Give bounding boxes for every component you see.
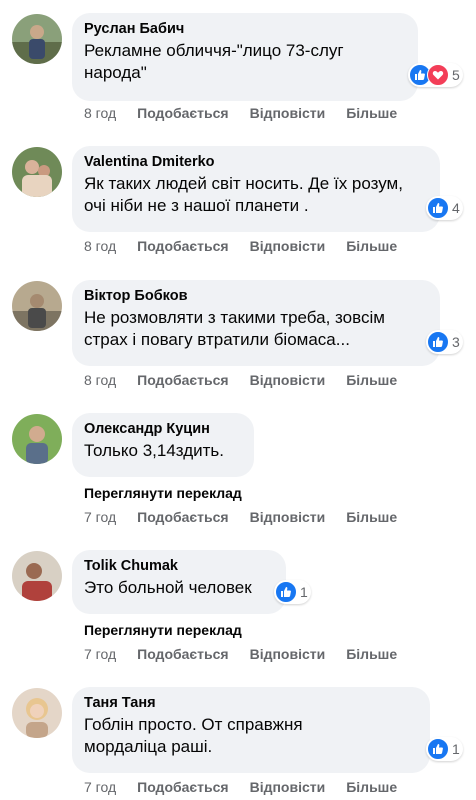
comment-text: Это больной человек [84, 578, 252, 597]
like-button[interactable]: Подобається [137, 371, 228, 389]
comment-bubble: Valentina Dmiterko Як таких людей світ н… [72, 146, 440, 232]
reply-button[interactable]: Відповісти [250, 778, 326, 796]
like-button[interactable]: Подобається [137, 237, 228, 255]
comment-text: Рекламне обличчя-"лицо 73-слуг народа" [84, 41, 344, 82]
like-reaction-icon [275, 581, 297, 603]
avatar-photo [12, 688, 62, 738]
more-button[interactable]: Більше [346, 508, 397, 526]
avatar[interactable] [12, 147, 62, 197]
reply-button[interactable]: Відповісти [250, 508, 326, 526]
like-reaction-icon [427, 738, 449, 760]
reaction-summary[interactable]: 5 [408, 63, 463, 87]
more-button[interactable]: Більше [346, 237, 397, 255]
comment-text: Гоблін просто. От справжня мордаліца раш… [84, 715, 303, 756]
like-button[interactable]: Подобається [137, 508, 228, 526]
comment-author[interactable]: Tolik Chumak [84, 556, 274, 576]
avatar-photo [12, 14, 62, 64]
comment-timestamp[interactable]: 7 год [84, 645, 116, 663]
avatar[interactable] [12, 688, 62, 738]
reaction-summary[interactable]: 1 [274, 580, 311, 604]
reaction-count: 4 [452, 200, 460, 216]
like-button[interactable]: Подобається [137, 778, 228, 796]
comment-timestamp[interactable]: 8 год [84, 104, 116, 122]
avatar-photo [12, 551, 62, 601]
comment-actions: 8 год Подобається Відповісти Більше [84, 237, 418, 255]
comment-bubble: Олександр Куцин Только 3,14здить. [72, 413, 254, 477]
like-reaction-icon [427, 197, 449, 219]
comment-timestamp[interactable]: 8 год [84, 371, 116, 389]
comment-author[interactable]: Олександр Куцин [84, 419, 242, 439]
avatar-photo [12, 147, 62, 197]
comment-timestamp[interactable]: 8 год [84, 237, 116, 255]
comment-bubble: Віктор Бобков Не розмовляти з такими тре… [72, 280, 440, 366]
love-reaction-icon [427, 64, 449, 86]
more-button[interactable]: Більше [346, 104, 397, 122]
comment-actions: 7 год Подобається Відповісти Більше [84, 778, 418, 796]
like-reaction-icon [427, 331, 449, 353]
comment-text: Не розмовляти з такими треба, зовсім стр… [84, 308, 385, 349]
reaction-summary[interactable]: 3 [426, 330, 463, 354]
reply-button[interactable]: Відповісти [250, 645, 326, 663]
avatar-photo [12, 281, 62, 331]
comment-bubble: Руслан Бабич Рекламне обличчя-"лицо 73-с… [72, 13, 418, 101]
comment-bubble: Tolik Chumak Это больной человек [72, 550, 286, 614]
comment-actions: 7 год Подобається Відповісти Більше [84, 645, 418, 663]
comment-actions: 8 год Подобається Відповісти Більше [84, 371, 418, 389]
comment-actions: 7 год Подобається Відповісти Більше [84, 508, 418, 526]
avatar[interactable] [12, 281, 62, 331]
avatar[interactable] [12, 551, 62, 601]
reaction-count: 1 [300, 584, 308, 600]
reaction-summary[interactable]: 1 [426, 737, 463, 761]
more-button[interactable]: Більше [346, 778, 397, 796]
comment-bubble: Таня Таня Гоблін просто. От справжня мор… [72, 687, 430, 773]
reaction-count: 5 [452, 67, 460, 83]
comment-author[interactable]: Руслан Бабич [84, 19, 406, 39]
comment-author[interactable]: Valentina Dmiterko [84, 152, 428, 172]
reaction-count: 3 [452, 334, 460, 350]
more-button[interactable]: Більше [346, 371, 397, 389]
comment-author[interactable]: Таня Таня [84, 693, 418, 713]
avatar-photo [12, 414, 62, 464]
comment-timestamp[interactable]: 7 год [84, 778, 116, 796]
reply-button[interactable]: Відповісти [250, 104, 326, 122]
reaction-summary[interactable]: 4 [426, 196, 463, 220]
reaction-count: 1 [452, 741, 460, 757]
like-button[interactable]: Подобається [137, 645, 228, 663]
see-translation-link[interactable]: Переглянути переклад [84, 484, 242, 502]
see-translation-link[interactable]: Переглянути переклад [84, 621, 242, 639]
more-button[interactable]: Більше [346, 645, 397, 663]
reply-button[interactable]: Відповісти [250, 237, 326, 255]
comment-timestamp[interactable]: 7 год [84, 508, 116, 526]
comment-text: Только 3,14здить. [84, 441, 225, 460]
avatar[interactable] [12, 414, 62, 464]
reply-button[interactable]: Відповісти [250, 371, 326, 389]
like-button[interactable]: Подобається [137, 104, 228, 122]
comment-text: Як таких людей світ носить. Де їх розум,… [84, 174, 403, 215]
comment-author[interactable]: Віктор Бобков [84, 286, 428, 306]
comment-actions: 8 год Подобається Відповісти Більше [84, 104, 418, 122]
avatar[interactable] [12, 14, 62, 64]
